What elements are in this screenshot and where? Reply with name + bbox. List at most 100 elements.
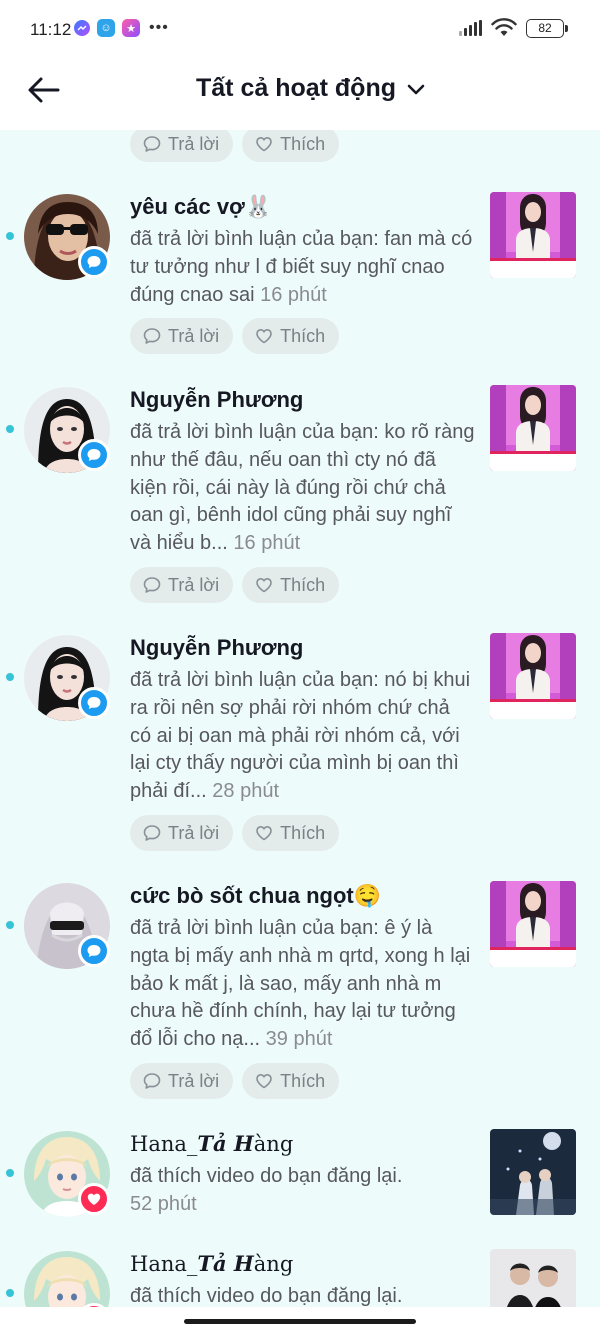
reply-label: Trả lời: [168, 1070, 220, 1091]
notification-icons: ☺ ★ •••: [74, 19, 169, 37]
username-tail: àng: [253, 1132, 294, 1156]
activity-message: đã trả lời bình luận của bạn: fan mà có …: [130, 226, 475, 309]
video-thumbnail[interactable]: [490, 1249, 576, 1307]
reply-label: Trả lời: [168, 133, 220, 154]
username[interactable]: Nguyễn Phương: [130, 635, 303, 661]
message-text: đã trả lời bình luận của bạn: ko rõ ràng…: [130, 421, 475, 555]
reply-button[interactable]: Trả lời: [130, 1063, 234, 1099]
like-label: Thích: [280, 133, 326, 154]
timestamp: 28 phút: [212, 780, 280, 803]
item-actions: Trả lời Thích: [130, 1063, 340, 1099]
more-notifications-icon: •••: [149, 19, 169, 36]
message-text: đã trả lời bình luận của bạn: nó bị khui…: [130, 669, 471, 803]
video-thumbnail[interactable]: [490, 633, 576, 719]
comment-icon: [142, 823, 162, 843]
status-time: 11:12: [30, 20, 72, 39]
activity-message: đã trả lời bình luận của bạn: ko rõ ràng…: [130, 419, 475, 558]
back-arrow-icon[interactable]: [26, 72, 62, 108]
like-button[interactable]: Thích: [242, 130, 340, 162]
heart-outline-icon: [254, 1071, 274, 1091]
video-thumbnail[interactable]: [490, 385, 576, 471]
messenger-icon: [74, 20, 90, 36]
thumbnail-image: [490, 1129, 576, 1215]
like-button[interactable]: Thích: [242, 1063, 340, 1099]
like-button[interactable]: Thích: [242, 815, 340, 851]
message-text: đã thích video do bạn đăng lại.: [130, 1165, 403, 1187]
username[interactable]: yêu các vợ🐰: [130, 194, 272, 220]
username-tail: àng: [253, 1252, 294, 1276]
like-button[interactable]: Thích: [242, 318, 340, 354]
wifi-icon: [491, 18, 517, 36]
comment-badge: [78, 246, 110, 278]
comment-icon: [142, 575, 162, 595]
heart-outline-icon: [254, 326, 274, 346]
unread-dot: [6, 921, 14, 929]
comment-icon: [85, 253, 103, 271]
reply-button[interactable]: Trả lời: [130, 318, 234, 354]
reply-label: Trả lời: [168, 822, 220, 843]
comment-badge: [78, 439, 110, 471]
like-badge: [78, 1183, 110, 1215]
item-actions: Trả lời Thích: [130, 815, 340, 851]
page-title[interactable]: Tất cả hoạt động: [196, 74, 396, 103]
thumbnail-image: [490, 633, 576, 719]
video-thumbnail[interactable]: [490, 1129, 576, 1215]
chevron-down-icon[interactable]: [406, 80, 426, 100]
unread-dot: [6, 673, 14, 681]
username-styled-part: 𝑻ả 𝑯: [197, 1131, 254, 1156]
timestamp: 16 phút: [260, 283, 327, 306]
like-button[interactable]: Thích: [242, 567, 340, 603]
reply-button[interactable]: Trả lời: [130, 130, 234, 162]
username[interactable]: Nguyễn Phương: [130, 387, 303, 413]
unread-dot: [6, 1289, 14, 1297]
comment-icon: [85, 942, 103, 960]
thumbnail-image: [490, 1249, 576, 1307]
item-actions: Trả lời Thích: [130, 567, 340, 603]
comment-icon: [85, 694, 103, 712]
message-text: đã thích video do bạn đăng lại.: [130, 1285, 403, 1307]
reply-button[interactable]: Trả lời: [130, 567, 234, 603]
avatar[interactable]: [24, 1251, 110, 1307]
app-notification-icon: ☺: [97, 19, 115, 37]
username[interactable]: Hana_𝑻ả 𝑯àng: [130, 1131, 293, 1156]
system-nav-bar: [0, 1307, 600, 1333]
timestamp: 52 phút: [130, 1192, 197, 1215]
video-thumbnail[interactable]: [490, 192, 576, 278]
comment-icon: [85, 446, 103, 464]
heart-outline-icon: [254, 575, 274, 595]
thumbnail-image: [490, 192, 576, 278]
comment-icon: [142, 134, 162, 154]
username[interactable]: cức bò sốt chua ngọt🤤: [130, 883, 381, 909]
reply-button[interactable]: Trả lời: [130, 815, 234, 851]
reply-label: Trả lời: [168, 574, 220, 595]
heart-outline-icon: [254, 134, 274, 154]
username-part: Hana_: [130, 1252, 198, 1276]
heart-outline-icon: [254, 823, 274, 843]
partial-item-actions: Trả lời Thích: [130, 130, 340, 162]
status-bar: 11:12 ☺ ★ ••• 82: [0, 0, 600, 58]
battery-level: 82: [538, 21, 552, 35]
thumbnail-image: [490, 881, 576, 967]
page-header: Tất cả hoạt động: [0, 58, 600, 130]
unread-dot: [6, 232, 14, 240]
activity-message: đã trả lời bình luận của bạn: nó bị khui…: [130, 667, 475, 806]
star-app-icon: ★: [122, 19, 140, 37]
item-actions: Trả lời Thích: [130, 318, 340, 354]
video-thumbnail[interactable]: [490, 881, 576, 967]
thumbnail-image: [490, 385, 576, 471]
username[interactable]: Hana_𝑻ả 𝑯àng: [130, 1251, 293, 1276]
activity-message: đã trả lời bình luận của bạn: ê ý là ngt…: [130, 915, 475, 1054]
like-label: Thích: [280, 822, 326, 843]
unread-dot: [6, 1169, 14, 1177]
like-label: Thích: [280, 1070, 326, 1091]
home-indicator[interactable]: [184, 1319, 416, 1324]
username-styled-part: 𝑻ả 𝑯: [197, 1251, 254, 1276]
activity-message: đã thích video do bạn đăng lại.: [130, 1283, 475, 1307]
unread-dot: [6, 425, 14, 433]
comment-badge: [78, 935, 110, 967]
reply-label: Trả lời: [168, 325, 220, 346]
timestamp: 16 phút: [233, 532, 301, 555]
activity-list: Trả lời Thích yêu các vợ🐰 đã trả lời bìn…: [0, 130, 600, 1307]
battery-icon: 82: [526, 18, 568, 38]
timestamp: 39 phút: [265, 1028, 333, 1051]
